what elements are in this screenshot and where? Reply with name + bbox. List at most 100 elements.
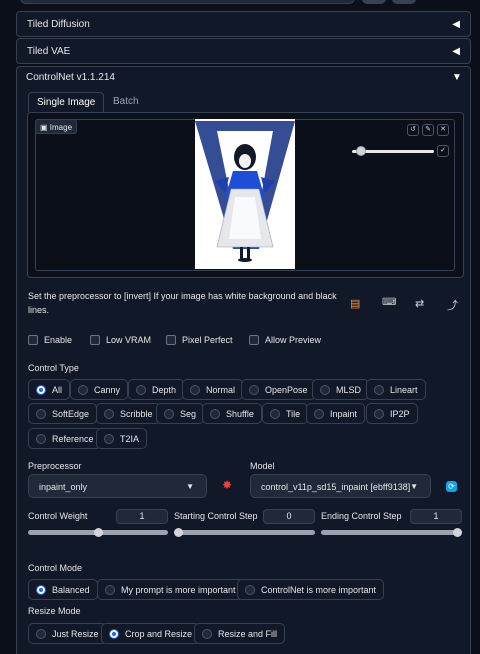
- radio-dot[interactable]: [36, 433, 46, 444]
- brush-size-slider-knob[interactable]: [356, 146, 366, 156]
- radio-dot[interactable]: [36, 384, 46, 395]
- radio-resize-crop-and-resize[interactable]: Crop and Resize: [101, 623, 201, 644]
- radio-dot[interactable]: [249, 384, 259, 395]
- resize-mode-label: Resize Mode: [28, 606, 81, 616]
- radio-dot[interactable]: [202, 628, 212, 639]
- starting-step-input[interactable]: 0: [263, 509, 315, 524]
- edit-icon[interactable]: ✎: [422, 124, 434, 136]
- collapse-arrow-icon: ◀: [452, 19, 460, 30]
- control-weight-slider-knob[interactable]: [93, 528, 103, 537]
- close-icon[interactable]: ✕: [437, 124, 449, 136]
- radio-dot[interactable]: [104, 408, 114, 419]
- radio-control-type-normal[interactable]: Normal: [182, 379, 244, 400]
- arrow-up-right-icon[interactable]: ⤴: [447, 297, 458, 313]
- info-text: Set the preprocessor to [invert] If your…: [28, 291, 337, 315]
- model-value: control_v11p_sd15_inpaint [ebff9138]: [261, 482, 411, 492]
- accordion-tiled-vae[interactable]: Tiled VAE ◀: [16, 38, 471, 64]
- radio-dot[interactable]: [210, 408, 220, 419]
- radio-dot[interactable]: [374, 408, 384, 419]
- uploaded-image: [195, 119, 295, 269]
- camera-icon[interactable]: ⌨: [382, 297, 396, 308]
- radio-dot[interactable]: [164, 408, 174, 419]
- top-button-1[interactable]: [362, 0, 386, 4]
- ending-step-label: Ending Control Step: [321, 511, 402, 521]
- starting-step-slider-knob[interactable]: [174, 528, 183, 537]
- undo-icon[interactable]: ↺: [407, 124, 419, 136]
- radio-control-type-ip2p[interactable]: IP2P: [366, 403, 418, 424]
- radio-resize-just-resize[interactable]: Just Resize: [28, 623, 107, 644]
- radio-control-type-openpose[interactable]: OpenPose: [241, 379, 316, 400]
- radio-dot[interactable]: [105, 584, 115, 595]
- radio-dot[interactable]: [314, 408, 324, 419]
- radio-control-type-canny[interactable]: Canny: [70, 379, 129, 400]
- controlnet-title[interactable]: ControlNet v1.1.214: [26, 72, 115, 83]
- accordion-tiled-diffusion[interactable]: Tiled Diffusion ◀: [16, 11, 471, 37]
- ending-step-slider[interactable]: [321, 530, 462, 535]
- preprocessor-value: inpaint_only: [39, 482, 88, 492]
- checkbox-box[interactable]: [90, 335, 100, 345]
- radio-dot[interactable]: [36, 584, 46, 595]
- radio-dot[interactable]: [109, 628, 119, 639]
- radio-dot[interactable]: [320, 384, 330, 395]
- model-dropdown[interactable]: control_v11p_sd15_inpaint [ebff9138] ▼: [250, 474, 431, 498]
- swap-icon[interactable]: ⇄: [415, 297, 424, 310]
- top-button-2[interactable]: [392, 0, 416, 4]
- radio-control-type-shuffle[interactable]: Shuffle: [202, 403, 262, 424]
- chevron-down-icon: ▼: [410, 482, 418, 491]
- preprocessor-label: Preprocessor: [28, 461, 82, 471]
- low-vram-checkbox[interactable]: Low VRAM: [90, 335, 151, 345]
- starting-step-label: Starting Control Step: [174, 511, 258, 521]
- refresh-icon[interactable]: ⟳: [446, 481, 457, 492]
- checkbox-box[interactable]: [166, 335, 176, 345]
- radio-control-type-mlsd[interactable]: MLSD: [312, 379, 370, 400]
- ending-step-input[interactable]: 1: [410, 509, 462, 524]
- top-input-field[interactable]: [20, 0, 355, 4]
- control-weight-label: Control Weight: [28, 511, 88, 521]
- preprocessor-dropdown[interactable]: inpaint_only ▼: [28, 474, 207, 498]
- starting-step-slider[interactable]: [174, 530, 315, 535]
- radio-control-mode-controlnet[interactable]: ControlNet is more important: [237, 579, 385, 600]
- radio-control-type-lineart[interactable]: Lineart: [366, 379, 426, 400]
- radio-control-type-reference[interactable]: Reference: [28, 428, 102, 449]
- radio-control-type-seg[interactable]: Seg: [156, 403, 205, 424]
- radio-control-type-softedge[interactable]: SoftEdge: [28, 403, 98, 424]
- control-weight-input[interactable]: 1: [116, 509, 168, 524]
- run-preprocessor-icon[interactable]: ✸: [222, 478, 232, 492]
- radio-dot[interactable]: [245, 584, 255, 595]
- control-mode-label: Control Mode: [28, 563, 83, 573]
- radio-control-type-all[interactable]: All: [28, 379, 71, 400]
- radio-control-mode-balanced[interactable]: Balanced: [28, 579, 98, 600]
- radio-control-type-t2ia[interactable]: T2IA: [96, 428, 148, 449]
- accordion-label: Tiled Diffusion: [27, 19, 90, 30]
- expand-arrow-icon[interactable]: ▼: [452, 72, 462, 83]
- radio-dot[interactable]: [104, 433, 114, 444]
- pixel-perfect-checkbox[interactable]: Pixel Perfect: [166, 335, 233, 345]
- image-label: ▣ Image: [35, 119, 77, 134]
- enable-checkbox[interactable]: Enable: [28, 335, 72, 345]
- image-icon: ▣: [40, 123, 50, 132]
- radio-dot[interactable]: [374, 384, 384, 395]
- checkbox-box[interactable]: [249, 335, 259, 345]
- tab-single-image[interactable]: Single Image: [28, 92, 105, 112]
- radio-control-type-inpaint[interactable]: Inpaint: [306, 403, 366, 424]
- radio-dot[interactable]: [136, 384, 146, 395]
- chevron-down-icon: ▼: [186, 482, 194, 491]
- pen-icon[interactable]: ✓: [437, 145, 449, 157]
- radio-dot[interactable]: [270, 408, 280, 419]
- radio-control-type-tile[interactable]: Tile: [262, 403, 309, 424]
- accordion-label: Tiled VAE: [27, 46, 71, 57]
- collapse-arrow-icon: ◀: [452, 46, 460, 57]
- ending-step-slider-knob[interactable]: [453, 528, 462, 537]
- radio-dot[interactable]: [190, 384, 200, 395]
- radio-dot[interactable]: [36, 408, 46, 419]
- radio-dot[interactable]: [36, 628, 46, 639]
- document-icon[interactable]: ▤: [350, 297, 360, 310]
- radio-control-type-scribble[interactable]: Scribble: [96, 403, 161, 424]
- radio-control-mode-prompt[interactable]: My prompt is more important: [97, 579, 244, 600]
- tab-batch[interactable]: Batch: [105, 92, 147, 112]
- checkbox-box[interactable]: [28, 335, 38, 345]
- allow-preview-checkbox[interactable]: Allow Preview: [249, 335, 321, 345]
- radio-resize-and-fill[interactable]: Resize and Fill: [194, 623, 286, 644]
- radio-dot[interactable]: [78, 384, 88, 395]
- radio-control-type-depth[interactable]: Depth: [128, 379, 185, 400]
